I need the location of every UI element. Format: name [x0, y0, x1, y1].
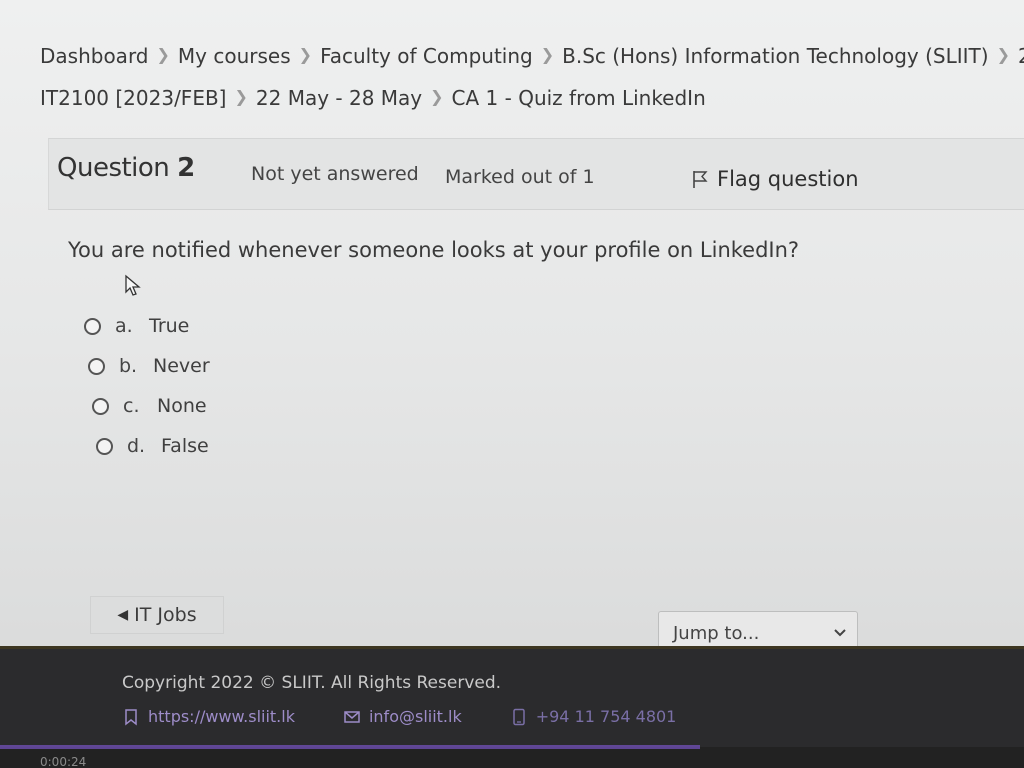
email-link[interactable]: info@sliit.lk — [343, 707, 462, 726]
answer-letter: d. — [127, 435, 146, 457]
breadcrumb: Dashboard ❯ My courses ❯ Faculty of Comp… — [40, 34, 1024, 120]
breadcrumb-degree[interactable]: B.Sc (Hons) Information Technology (SLII… — [562, 34, 988, 78]
answer-list: a. True b. Never c. None d. False — [84, 306, 210, 466]
copyright-text: Copyright 2022 © SLIIT. All Rights Reser… — [122, 673, 502, 693]
bookmark-icon — [125, 708, 137, 726]
flag-icon — [693, 171, 708, 188]
answer-option-d[interactable]: d. False — [96, 426, 210, 466]
phone-link[interactable]: +94 11 754 4801 — [510, 707, 677, 726]
chevron-right-icon: ❯ — [540, 45, 555, 64]
answer-label: None — [157, 395, 207, 417]
breadcrumb-my-courses[interactable]: My courses — [178, 34, 291, 78]
radio-button[interactable] — [92, 397, 109, 415]
quiz-page: Dashboard ❯ My courses ❯ Faculty of Comp… — [0, 0, 1024, 768]
footer-bottom-bar — [0, 747, 1024, 768]
previous-activity-label: IT Jobs — [134, 604, 197, 626]
mouse-cursor-icon — [125, 274, 141, 296]
triangle-left-icon: ◀ — [117, 607, 129, 623]
site-footer: Copyright 2022 © SLIIT. All Rights Reser… — [0, 646, 1024, 768]
question-number-value: 2 — [177, 153, 195, 183]
breadcrumb-dashboard[interactable]: Dashboard — [40, 34, 149, 78]
answer-letter: a. — [115, 315, 133, 337]
phone-number: +94 11 754 4801 — [535, 707, 677, 726]
quiz-timer: 0:00:24 — [40, 755, 87, 768]
answer-label: Never — [153, 355, 210, 377]
email-address: info@sliit.lk — [368, 707, 462, 726]
answer-option-b[interactable]: b. Never — [88, 346, 210, 386]
website-url: https://www.sliit.lk — [148, 707, 295, 726]
flag-question-button[interactable]: Flag question — [689, 167, 859, 191]
website-link[interactable]: https://www.sliit.lk — [122, 707, 295, 726]
answer-letter: b. — [119, 355, 138, 377]
chevron-right-icon: ❯ — [234, 87, 248, 106]
breadcrumb-row-2: IT2100 [2023/FEB] ❯ 22 May - 28 May ❯ CA… — [40, 76, 1024, 120]
radio-button[interactable] — [88, 357, 105, 375]
phone-icon — [512, 708, 525, 725]
question-info-bar: Question 2 Not yet answered Marked out o… — [48, 138, 1024, 210]
chevron-right-icon: ❯ — [430, 87, 444, 106]
chevron-right-icon: ❯ — [298, 45, 313, 64]
chevron-right-icon: ❯ — [156, 45, 170, 64]
breadcrumb-course[interactable]: IT2100 [2023/FEB] — [40, 76, 226, 120]
question-state: Not yet answered — [251, 163, 419, 185]
breadcrumb-row-1: Dashboard ❯ My courses ❯ Faculty of Comp… — [40, 34, 1024, 78]
question-text: You are notified whenever someone looks … — [68, 238, 800, 262]
mail-icon — [344, 710, 360, 723]
progress-strip — [0, 745, 700, 749]
breadcrumb-week[interactable]: 22 May - 28 May — [256, 76, 422, 120]
jump-to-label: Jump to... — [673, 622, 760, 644]
question-grade: Marked out of 1 — [445, 166, 595, 188]
answer-label: False — [161, 435, 209, 457]
radio-button[interactable] — [96, 437, 113, 455]
answer-option-a[interactable]: a. True — [84, 306, 210, 346]
answer-letter: c. — [123, 395, 140, 417]
breadcrumb-year[interactable]: 2r — [1018, 34, 1024, 78]
answer-option-c[interactable]: c. None — [92, 386, 210, 426]
previous-activity-link[interactable]: ◀ IT Jobs — [90, 596, 224, 634]
flag-question-label: Flag question — [717, 167, 859, 191]
chevron-down-icon — [834, 629, 846, 637]
footer-links: https://www.sliit.lk info@sliit.lk +94 1… — [122, 707, 724, 726]
breadcrumb-quiz[interactable]: CA 1 - Quiz from LinkedIn — [452, 76, 706, 120]
radio-button[interactable] — [84, 317, 101, 335]
chevron-right-icon: ❯ — [996, 45, 1010, 64]
question-label: Question — [57, 153, 170, 183]
answer-label: True — [149, 315, 190, 337]
breadcrumb-faculty[interactable]: Faculty of Computing — [320, 34, 533, 78]
question-number: Question 2 — [57, 153, 195, 183]
